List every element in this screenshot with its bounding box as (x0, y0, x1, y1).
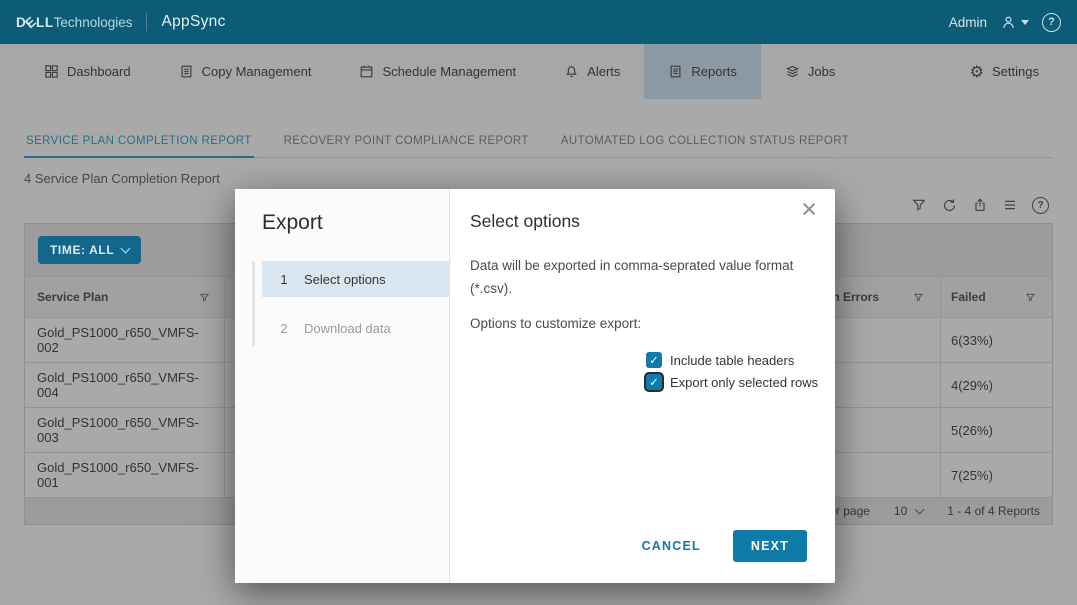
dell-logo: DELL (16, 15, 54, 30)
service-plan-cell: Gold_PS1000_r650_VMFS-002 (25, 318, 225, 362)
export-dialog-content: × Select options Data will be exported i… (450, 189, 835, 583)
export-options-group: ✓ Include table headers ✓ Export only se… (646, 352, 818, 390)
per-page-select[interactable]: 10 (894, 504, 923, 518)
step-select-options[interactable]: 1 Select options (262, 261, 449, 297)
nav-item-label: Dashboard (67, 64, 131, 79)
gear-icon: ⚙ (970, 64, 984, 80)
step-label: Download data (304, 321, 391, 336)
dialog-options-label: Options to customize export: (470, 316, 835, 331)
nav-item-label: Jobs (808, 64, 835, 79)
calendar-icon (359, 64, 374, 79)
nav-item-label: Settings (992, 64, 1039, 79)
stepper-track (252, 261, 255, 346)
checkbox-label: Include table headers (670, 353, 794, 368)
checkbox-label: Export only selected rows (670, 375, 818, 390)
failed-cell: 4(29%) (940, 363, 1052, 407)
per-page-value: 10 (894, 504, 907, 518)
step-number: 2 (277, 321, 291, 336)
column-service-plan: Service Plan (37, 290, 108, 304)
checkbox-checked-icon[interactable]: ✓ (646, 352, 662, 368)
checkbox-checked-icon[interactable]: ✓ (646, 374, 662, 390)
appsync-app: DELL Technologies AppSync Admin ? Dashbo… (0, 0, 1077, 605)
chevron-down-icon (1021, 20, 1029, 25)
export-icon[interactable] (972, 197, 988, 213)
service-plan-cell: Gold_PS1000_r650_VMFS-003 (25, 408, 225, 452)
brand-divider (146, 13, 147, 31)
service-plan-cell: Gold_PS1000_r650_VMFS-001 (25, 453, 225, 497)
nav-item-label: Schedule Management (382, 64, 516, 79)
dialog-step-heading: Select options (470, 211, 835, 232)
grid-icon (44, 64, 59, 79)
help-icon[interactable]: ? (1032, 197, 1049, 214)
close-icon[interactable]: × (795, 195, 823, 224)
stack-icon (785, 64, 800, 79)
report-count-title: 4 Service Plan Completion Report (24, 171, 1053, 186)
filter-icon[interactable] (199, 292, 210, 303)
dialog-title: Export (262, 211, 449, 235)
report-icon (668, 64, 683, 79)
person-icon (1000, 14, 1017, 31)
tab-service-plan-completion[interactable]: SERVICE PLAN COMPLETION REPORT (24, 129, 254, 158)
nav-item-alerts[interactable]: Alerts (540, 44, 644, 99)
list-icon[interactable] (1002, 197, 1018, 213)
export-only-selected-rows-option[interactable]: ✓ Export only selected rows (646, 374, 818, 390)
next-button[interactable]: NEXT (733, 530, 807, 562)
main-nav: Dashboard Copy Management Schedule Manag… (0, 44, 1077, 99)
chevron-down-icon (915, 505, 925, 515)
dialog-body-text: Data will be exported in comma-seprated … (470, 254, 828, 300)
admin-user-label[interactable]: Admin (949, 15, 987, 30)
refresh-icon[interactable] (941, 197, 958, 214)
brand: DELL Technologies AppSync (16, 13, 226, 31)
bell-icon (564, 64, 579, 79)
step-number: 1 (277, 272, 291, 287)
cancel-button[interactable]: CANCEL (636, 538, 707, 554)
nav-item-label: Alerts (587, 64, 620, 79)
report-tabs: SERVICE PLAN COMPLETION REPORT RECOVERY … (24, 129, 1053, 158)
column-failed: Failed (951, 290, 986, 304)
dell-technologies-label: Technologies (54, 15, 133, 30)
nav-item-reports[interactable]: Reports (644, 44, 761, 99)
nav-item-label: Reports (691, 64, 737, 79)
nav-item-label: Copy Management (202, 64, 312, 79)
filter-icon[interactable] (911, 197, 927, 213)
column-completed-with-errors: h Errors (832, 290, 879, 304)
nav-item-settings[interactable]: ⚙ Settings (946, 44, 1063, 99)
dialog-actions: CANCEL NEXT (636, 530, 807, 562)
time-filter-label: TIME: ALL (50, 243, 114, 257)
nav-item-schedule-management[interactable]: Schedule Management (335, 44, 540, 99)
tab-recovery-point-compliance[interactable]: RECOVERY POINT COMPLIANCE REPORT (282, 129, 531, 157)
nav-item-dashboard[interactable]: Dashboard (20, 44, 155, 99)
step-download-data: 2 Download data (262, 310, 449, 346)
export-dialog: Export 1 Select options 2 Download data … (235, 189, 835, 583)
failed-cell: 5(26%) (940, 408, 1052, 452)
step-label: Select options (304, 272, 386, 287)
filter-icon[interactable] (913, 292, 924, 303)
app-header: DELL Technologies AppSync Admin ? (0, 0, 1077, 44)
nav-item-copy-management[interactable]: Copy Management (155, 44, 336, 99)
include-table-headers-option[interactable]: ✓ Include table headers (646, 352, 818, 368)
dell-logo-ll: LL (36, 15, 54, 30)
filter-icon[interactable] (1025, 292, 1036, 303)
failed-cell: 6(33%) (940, 318, 1052, 362)
nav-item-jobs[interactable]: Jobs (761, 44, 859, 99)
export-dialog-steps-panel: Export 1 Select options 2 Download data (235, 189, 450, 583)
help-icon[interactable]: ? (1042, 13, 1061, 32)
pagination-range: 1 - 4 of 4 Reports (947, 504, 1040, 518)
user-menu[interactable] (1000, 14, 1029, 31)
header-right: Admin ? (949, 13, 1061, 32)
service-plan-cell: Gold_PS1000_r650_VMFS-004 (25, 363, 225, 407)
tab-automated-log-collection[interactable]: AUTOMATED LOG COLLECTION STATUS REPORT (559, 129, 851, 157)
failed-cell: 7(25%) (940, 453, 1052, 497)
app-title: AppSync (161, 13, 225, 31)
time-filter-button[interactable]: TIME: ALL (38, 236, 141, 264)
chevron-down-icon (121, 244, 131, 254)
copy-icon (179, 64, 194, 79)
